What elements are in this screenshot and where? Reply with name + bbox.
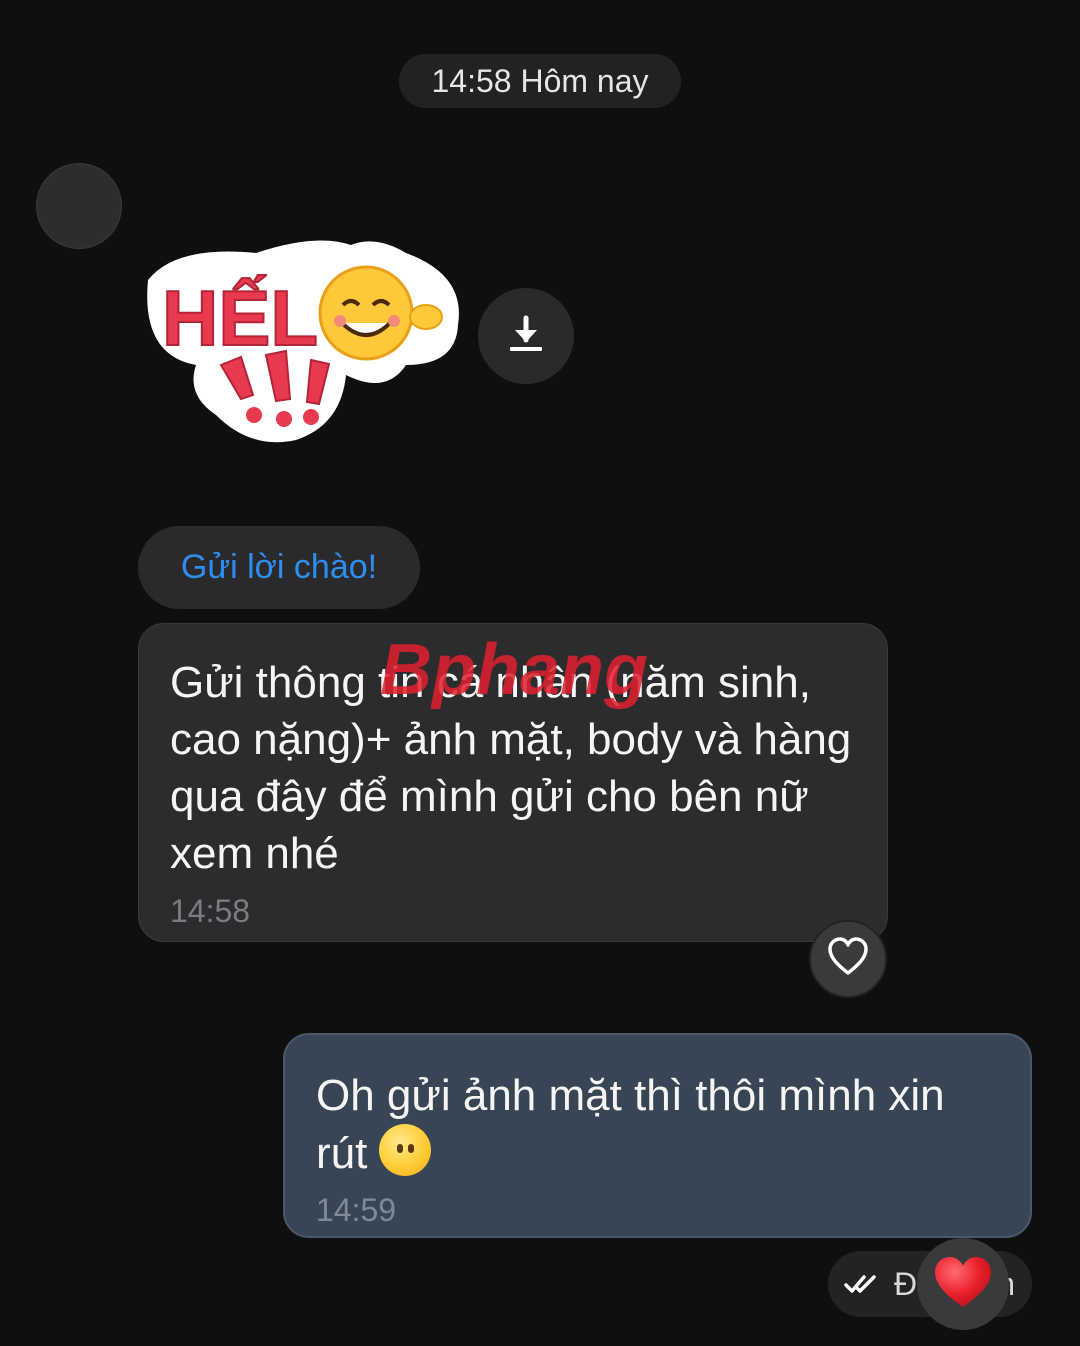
- incoming-message-text: Gửi thông tin cá nhân (năm sinh, cao nặn…: [170, 658, 852, 878]
- neutral-face-emoji-icon: [379, 1124, 432, 1176]
- heart-outline-icon: [827, 936, 869, 982]
- date-separator: 14:58 Hôm nay: [399, 54, 681, 108]
- send-greeting-button[interactable]: Gửi lời chào!: [138, 526, 420, 609]
- outgoing-message-time: 14:59: [316, 1192, 397, 1228]
- contact-avatar[interactable]: [36, 163, 122, 249]
- download-icon: [506, 314, 546, 359]
- red-heart-icon: [933, 1255, 993, 1314]
- outgoing-message-bubble[interactable]: Oh gửi ảnh mặt thì thôi mình xin rút 14:…: [283, 1033, 1032, 1238]
- incoming-message-bubble[interactable]: Gửi thông tin cá nhân (năm sinh, cao nặn…: [138, 623, 888, 942]
- date-separator-label: 14:58 Hôm nay: [431, 62, 649, 99]
- hello-sticker-image: HẾLÔ: [147, 240, 459, 443]
- incoming-message-time: 14:58: [170, 893, 251, 929]
- like-button[interactable]: [809, 920, 887, 998]
- download-sticker-button[interactable]: [478, 288, 574, 384]
- double-check-icon: [844, 1266, 880, 1303]
- heart-reaction[interactable]: [917, 1238, 1009, 1330]
- send-greeting-label: Gửi lời chào!: [180, 548, 378, 586]
- hello-sticker[interactable]: HẾLÔ: [136, 225, 466, 455]
